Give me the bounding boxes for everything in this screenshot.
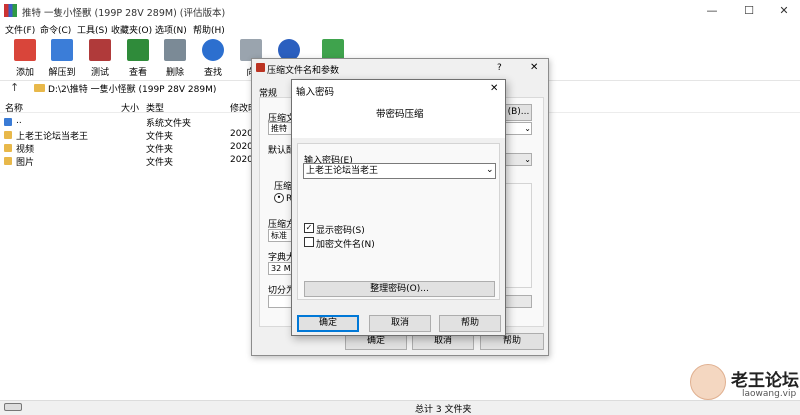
disk-icon <box>4 403 22 411</box>
password-dialog-title: 输入密码 <box>296 87 335 98</box>
show-password-label[interactable]: 显示密码(S) <box>316 223 365 236</box>
file-type: 文件夹 <box>146 132 174 142</box>
minimize-button[interactable]: — <box>700 2 724 20</box>
extract-label: 解压到 <box>48 68 76 78</box>
extract-folder-icon <box>51 39 73 61</box>
close-icon[interactable]: ✕ <box>530 62 538 73</box>
folder-icon <box>4 131 12 139</box>
dialog-title: 压缩文件名和参数 <box>267 66 340 76</box>
find-label: 查找 <box>203 68 222 78</box>
dialog-app-icon <box>256 63 265 72</box>
file-row[interactable]: 视频 文件夹 2020 <box>0 142 260 155</box>
column-size[interactable]: 大小 <box>121 101 139 114</box>
checkbox-icon[interactable] <box>304 237 314 247</box>
trash-icon <box>164 39 186 61</box>
file-row[interactable]: 图片 文件夹 2020 <box>0 155 260 168</box>
view-book-icon <box>127 39 149 61</box>
file-date: 2020 <box>230 142 253 152</box>
password-ok-button[interactable]: 确定 <box>297 315 359 332</box>
menu-file[interactable]: 文件(F) <box>5 23 35 36</box>
file-type: 文件夹 <box>146 145 174 155</box>
options-group <box>505 183 532 288</box>
encrypt-names-label[interactable]: 加密文件名(N) <box>316 237 375 250</box>
column-type[interactable]: 类型 <box>146 101 164 114</box>
file-name: 上老王论坛当老王 <box>16 132 89 142</box>
column-name[interactable]: 名称 <box>5 101 23 114</box>
folder-icon <box>4 157 12 165</box>
address-path[interactable]: D:\2\推特 一隻小怪獸 (199P 28V 289M) <box>48 82 216 95</box>
file-type: 文件夹 <box>146 158 174 168</box>
file-name: 图片 <box>16 158 35 168</box>
close-icon[interactable]: ✕ <box>490 83 498 94</box>
split-field[interactable] <box>268 295 292 308</box>
add-archive-icon <box>14 39 36 61</box>
test-label: 测试 <box>90 68 109 78</box>
close-window-button[interactable]: ✕ <box>772 2 796 20</box>
archive-name-field[interactable]: 推特 <box>268 122 292 135</box>
file-row[interactable]: 上老王论坛当老王 文件夹 2020 <box>0 129 260 142</box>
radio-icon[interactable]: • <box>274 193 284 203</box>
winrar-app-icon <box>4 4 17 17</box>
file-date: 2020 <box>230 155 253 165</box>
menu-bar: 文件(F) 命令(C) 工具(S) 收藏夹(O) 选项(N) 帮助(H) <box>0 22 800 37</box>
menu-command[interactable]: 命令(C) <box>40 23 71 36</box>
add-label: 添加 <box>15 68 34 78</box>
find-button[interactable]: 查找 <box>196 39 230 79</box>
chevron-down-icon[interactable]: ⌄ <box>486 165 494 175</box>
password-cancel-button[interactable]: 取消 <box>369 315 431 332</box>
split-unit-select[interactable] <box>505 295 532 308</box>
view-label: 查看 <box>128 68 147 78</box>
drive-icon <box>4 118 12 126</box>
delete-label: 删除 <box>165 68 184 78</box>
file-row[interactable]: .. 系统文件夹 <box>0 116 260 129</box>
chevron-down-icon[interactable]: ⌄ <box>505 122 532 135</box>
chevron-down-icon[interactable]: ⌄ <box>505 153 532 166</box>
password-input[interactable]: 上老王论坛当老王 <box>303 163 496 179</box>
status-bar <box>0 400 800 415</box>
view-button[interactable]: 查看 <box>121 39 155 79</box>
window-title: 推特 一隻小怪獸 (199P 28V 289M) (评估版本) <box>22 8 226 19</box>
magnifier-icon <box>202 39 224 61</box>
add-button[interactable]: 添加 <box>8 39 42 79</box>
status-text: 总计 3 文件夹 <box>415 405 472 415</box>
password-header-text: 带密码压缩 <box>376 109 424 120</box>
up-arrow-icon[interactable]: ↑ <box>10 81 19 94</box>
organize-passwords-button[interactable]: 整理密码(O)... <box>304 281 495 297</box>
format-label: 压缩 <box>274 182 293 192</box>
folder-icon <box>34 84 45 92</box>
password-help-button[interactable]: 帮助 <box>439 315 501 332</box>
delete-button[interactable]: 删除 <box>158 39 192 79</box>
dict-select[interactable]: 32 MB <box>268 262 292 275</box>
file-name: .. <box>16 116 22 126</box>
menu-help[interactable]: 帮助(H) <box>193 23 225 36</box>
folder-icon <box>4 144 12 152</box>
test-button[interactable]: 测试 <box>83 39 117 79</box>
file-name: 视频 <box>16 145 35 155</box>
menu-favorites[interactable]: 收藏夹(O) <box>111 23 152 36</box>
file-type: 系统文件夹 <box>146 119 192 129</box>
maximize-button[interactable]: ☐ <box>737 2 761 20</box>
method-select[interactable]: 标准 <box>268 229 292 242</box>
menu-options[interactable]: 选项(N) <box>155 23 187 36</box>
watermark-url: laowang.vip <box>742 389 797 399</box>
browse-button[interactable]: (B)... <box>505 104 532 121</box>
file-date: 2020 <box>230 129 253 139</box>
menu-tools[interactable]: 工具(S) <box>77 23 108 36</box>
checkbox-checked-icon[interactable]: ✓ <box>304 223 314 233</box>
watermark-title: 老王论坛 <box>731 371 799 391</box>
extract-to-button[interactable]: 解压到 <box>45 39 79 79</box>
laowang-logo-icon <box>690 364 726 400</box>
test-icon <box>89 39 111 61</box>
help-icon[interactable]: ? <box>497 63 502 73</box>
